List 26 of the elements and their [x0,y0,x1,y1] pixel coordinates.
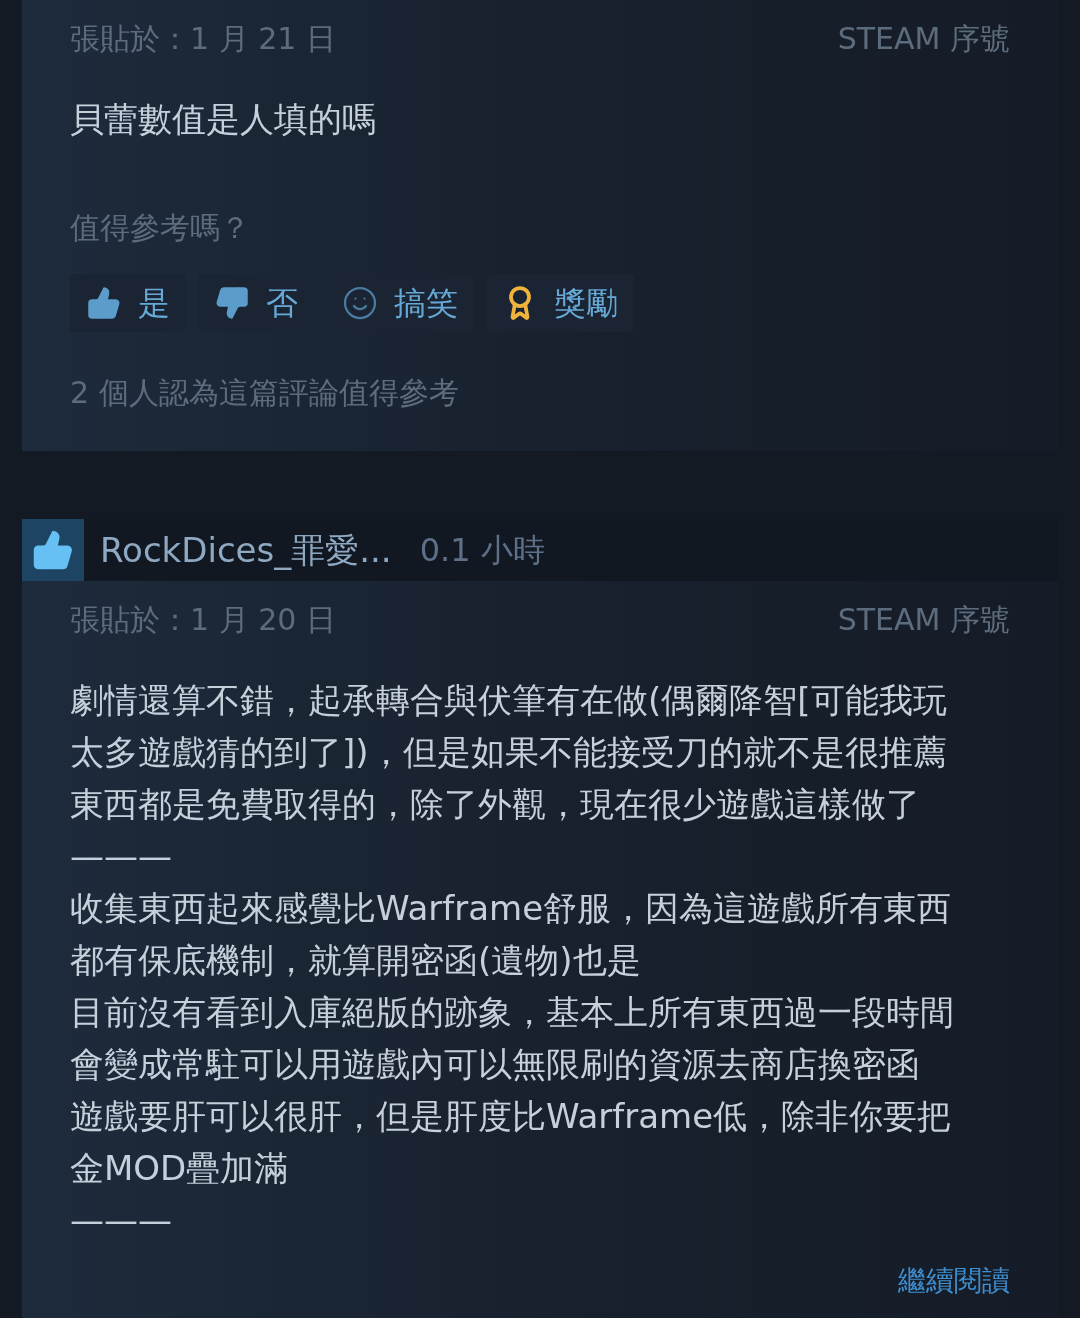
helpful-count: 2 個人認為這篇評論值得參考 [70,374,460,412]
review-text: 東西都是免費取得的，除了外觀，現在很少遊戲這樣做了 [70,783,921,826]
read-more-link[interactable]: 繼續閱讀 [898,1260,1010,1302]
review-text: 劇情還算不錯，起承轉合與伏筆有在做(偶爾降智[可能我玩 [70,679,948,722]
posted-date: 張貼於：1 月 20 日 [70,601,336,639]
review-text: 都有保底機制，就算開密函(遺物)也是 [70,939,642,982]
product-source: STEAM 序號 [837,601,1010,639]
review-text: 遊戲要肝可以很肝，但是肝度比Warframe低，除非你要把 [70,1095,953,1138]
thumbs-up-icon [86,285,122,321]
review-text: ——— [70,835,173,878]
review-text: ——— [70,1199,173,1242]
review-text: 目前沒有看到入庫絕版的跡象，基本上所有東西過一段時間 [70,991,955,1034]
thumbs-down-icon [214,285,250,321]
review-text: 金MOD疊加滿 [70,1147,290,1190]
helpful-prompt: 值得參考嗎？ [70,209,251,247]
vote-button[interactable]: 是 [70,274,186,332]
author-name[interactable]: RockDices_罪愛... [100,524,392,576]
review-text: 會變成常駐可以用遊戲內可以無限刷的資源去商店換密函 [70,1043,921,1086]
review-text: 貝蕾數值是人填的嗎 [70,98,377,141]
thumbs-up-icon [31,528,75,572]
review-text: 收集東西起來感覺比Warframe舒服，因為這遊戲所有東西 [70,887,953,930]
product-source: STEAM 序號 [837,20,1010,58]
smile-icon [342,285,378,321]
review-text: 太多遊戲猜的到了])，但是如果不能接受刀的就不是很推薦 [70,731,948,774]
playtime: 0.1 小時 [419,530,545,571]
posted-date: 張貼於：1 月 21 日 [70,20,336,58]
